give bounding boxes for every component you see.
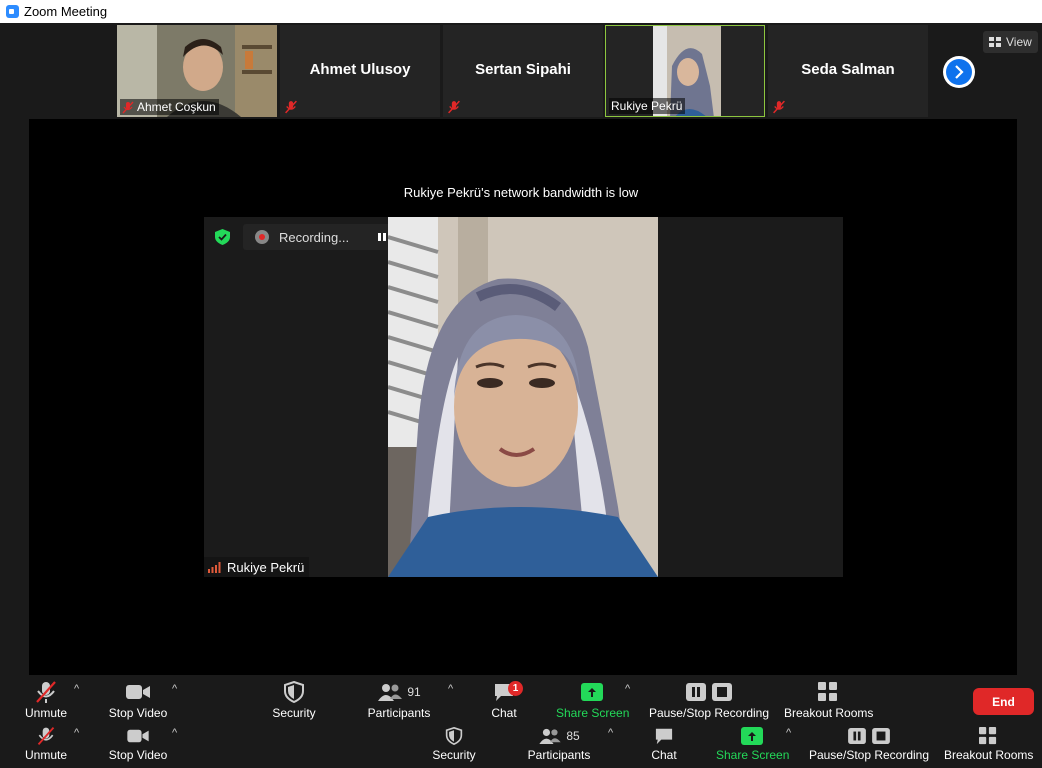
participants-icon xyxy=(378,684,403,701)
audio-options-caret[interactable]: ^ xyxy=(74,683,79,695)
share-screen-icon xyxy=(581,683,603,701)
stop-recording-icon xyxy=(712,683,732,701)
participant-tile[interactable]: Ahmet Ulusoy xyxy=(280,25,440,117)
chat-label: Chat xyxy=(491,706,517,720)
participant-label: Rukiye Pekrü xyxy=(609,98,686,114)
mic-muted-icon xyxy=(36,681,56,703)
participants-count: 85 xyxy=(566,729,580,743)
participants-button[interactable]: 91 Participants xyxy=(364,679,434,720)
breakout-rooms-icon xyxy=(818,682,837,701)
mic-muted-icon xyxy=(285,100,297,114)
zoom-icon xyxy=(6,5,19,18)
share-screen-button[interactable]: Share Screen xyxy=(716,725,790,762)
breakout-rooms-label: Breakout Rooms xyxy=(784,706,874,720)
meeting-toolbar-duplicate: Unmute ^ Stop Video ^ Security 85 Partic… xyxy=(0,725,1042,768)
participants-label: Participants xyxy=(367,706,431,720)
security-shield-icon[interactable] xyxy=(215,229,230,245)
chevron-right-icon xyxy=(955,65,964,79)
video-camera-icon xyxy=(127,729,149,743)
window-title: Zoom Meeting xyxy=(24,4,108,19)
pause-icon[interactable] xyxy=(377,232,387,242)
unmute-label: Unmute xyxy=(24,706,68,720)
audio-options-caret[interactable]: ^ xyxy=(74,727,79,739)
chat-button[interactable]: Chat xyxy=(644,725,684,762)
participant-tile[interactable]: Ahmet Coşkun xyxy=(117,25,277,117)
security-button[interactable]: Security xyxy=(424,725,484,762)
mic-muted-icon xyxy=(37,727,55,745)
security-label: Security xyxy=(432,748,476,762)
stop-video-label: Stop Video xyxy=(108,706,168,720)
chat-label: Chat xyxy=(651,748,677,762)
participants-options-caret[interactable]: ^ xyxy=(448,683,453,695)
pause-stop-recording-button[interactable]: Pause/Stop Recording xyxy=(648,679,770,720)
participant-tile[interactable]: Seda Salman xyxy=(768,25,928,117)
participant-name: Sertan Sipahi xyxy=(475,61,571,78)
chat-icon xyxy=(655,728,673,745)
grid-icon xyxy=(989,37,1001,47)
participant-name: Seda Salman xyxy=(801,61,895,78)
share-options-caret[interactable]: ^ xyxy=(625,683,630,695)
bandwidth-notice: Rukiye Pekrü's network bandwidth is low xyxy=(403,185,639,200)
next-page-button[interactable] xyxy=(943,56,975,88)
participant-tile-active[interactable]: Rukiye Pekrü xyxy=(605,25,765,117)
stop-video-button[interactable]: Stop Video xyxy=(104,679,172,720)
video-options-caret[interactable]: ^ xyxy=(172,683,177,695)
breakout-rooms-icon xyxy=(979,727,997,745)
participants-count: 91 xyxy=(407,685,421,699)
breakout-rooms-label: Breakout Rooms xyxy=(944,748,1034,762)
participant-strip: Ahmet Coşkun Ahmet Ulusoy Sertan Sipahi xyxy=(0,23,1042,119)
stop-recording-icon xyxy=(872,728,890,744)
shield-icon xyxy=(284,681,304,703)
breakout-rooms-button[interactable]: Breakout Rooms xyxy=(944,725,1034,762)
recording-label: Recording... xyxy=(279,229,350,245)
speaker-name-label: Rukiye Pekrü xyxy=(204,557,310,577)
view-button[interactable]: View xyxy=(983,31,1038,53)
security-button[interactable]: Security xyxy=(264,679,324,720)
record-icon xyxy=(255,230,269,244)
unmute-button[interactable]: Unmute xyxy=(14,725,78,762)
video-options-caret[interactable]: ^ xyxy=(172,727,177,739)
breakout-rooms-button[interactable]: Breakout Rooms xyxy=(784,679,874,720)
speaker-video xyxy=(388,217,658,577)
participants-options-caret[interactable]: ^ xyxy=(608,727,613,739)
chat-unread-badge: 1 xyxy=(508,681,523,696)
participant-name: Ahmet Ulusoy xyxy=(309,61,411,78)
signal-strength-icon xyxy=(208,561,221,573)
mic-muted-icon xyxy=(773,100,785,114)
meeting-toolbar: Unmute ^ Stop Video ^ Security 91 Partic… xyxy=(0,675,1042,725)
participants-label: Participants xyxy=(527,748,591,762)
pause-stop-recording-label: Pause/Stop Recording xyxy=(808,748,930,762)
unmute-button[interactable]: Unmute xyxy=(14,679,78,720)
stop-video-label: Stop Video xyxy=(108,748,168,762)
share-options-caret[interactable]: ^ xyxy=(786,727,791,739)
view-label: View xyxy=(1006,35,1032,49)
mic-muted-icon xyxy=(122,101,134,113)
share-screen-label: Share Screen xyxy=(556,706,630,720)
participants-icon xyxy=(539,728,561,744)
video-camera-icon xyxy=(126,685,150,699)
shield-icon xyxy=(445,727,463,745)
participant-name: Ahmet Coşkun xyxy=(137,100,216,114)
unmute-label: Unmute xyxy=(24,748,68,762)
mic-muted-icon xyxy=(448,100,460,114)
end-meeting-button[interactable]: End xyxy=(973,688,1034,715)
share-screen-label: Share Screen xyxy=(716,748,790,762)
security-label: Security xyxy=(272,706,316,720)
chat-button[interactable]: Chat 1 xyxy=(484,679,524,720)
share-screen-button[interactable]: Share Screen xyxy=(556,679,630,720)
pause-stop-recording-label: Pause/Stop Recording xyxy=(648,706,770,720)
participants-button[interactable]: 85 Participants xyxy=(524,725,594,762)
share-screen-icon xyxy=(741,727,763,745)
stop-video-button[interactable]: Stop Video xyxy=(104,725,172,762)
speaker-video-image xyxy=(388,217,658,577)
participant-tile[interactable]: Sertan Sipahi xyxy=(443,25,603,117)
pause-stop-recording-button[interactable]: Pause/Stop Recording xyxy=(808,725,930,762)
participant-label: Ahmet Coşkun xyxy=(120,99,219,115)
pause-recording-icon xyxy=(686,683,706,701)
pause-recording-icon xyxy=(848,728,866,744)
title-bar: Zoom Meeting xyxy=(0,0,1042,23)
participant-name: Rukiye Pekrü xyxy=(611,99,683,113)
speaker-name: Rukiye Pekrü xyxy=(227,559,305,575)
